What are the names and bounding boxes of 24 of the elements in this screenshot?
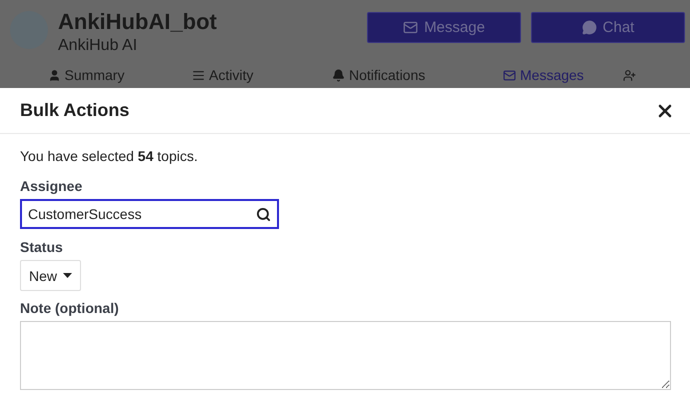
speech-bubble-icon [582, 20, 597, 35]
nav-tab[interactable]: Activity [192, 67, 254, 83]
caret-icon [63, 273, 72, 278]
nav-tab[interactable]: Notifications [332, 67, 426, 83]
nav-tab[interactable]: Messages [503, 67, 584, 83]
person-plus-icon[interactable] [623, 68, 636, 82]
profile-subtitle: AnkiHub AI [58, 36, 138, 56]
bell-icon [332, 68, 345, 82]
chat-button[interactable]: Chat [531, 12, 685, 43]
profile-name: AnkiHubAI_bot [58, 8, 218, 36]
status-dropdown[interactable]: New [20, 260, 82, 291]
list-icon [192, 68, 205, 82]
person-icon [48, 68, 61, 82]
assignee-search-field[interactable]: CustomerSuccess [20, 199, 279, 229]
envelope-icon [503, 68, 516, 82]
nav-tab[interactable]: Summary [48, 67, 124, 83]
field-label: Status [20, 239, 64, 255]
field-label: Assignee [20, 178, 84, 194]
search-icon [256, 206, 271, 222]
message-button[interactable]: Message [367, 12, 521, 43]
field-label: Note (optional) [20, 300, 120, 316]
selection-summary: You have selected 54 topics. [20, 148, 199, 164]
envelope-icon [403, 20, 418, 35]
modal-title: Bulk Actions [20, 100, 130, 121]
